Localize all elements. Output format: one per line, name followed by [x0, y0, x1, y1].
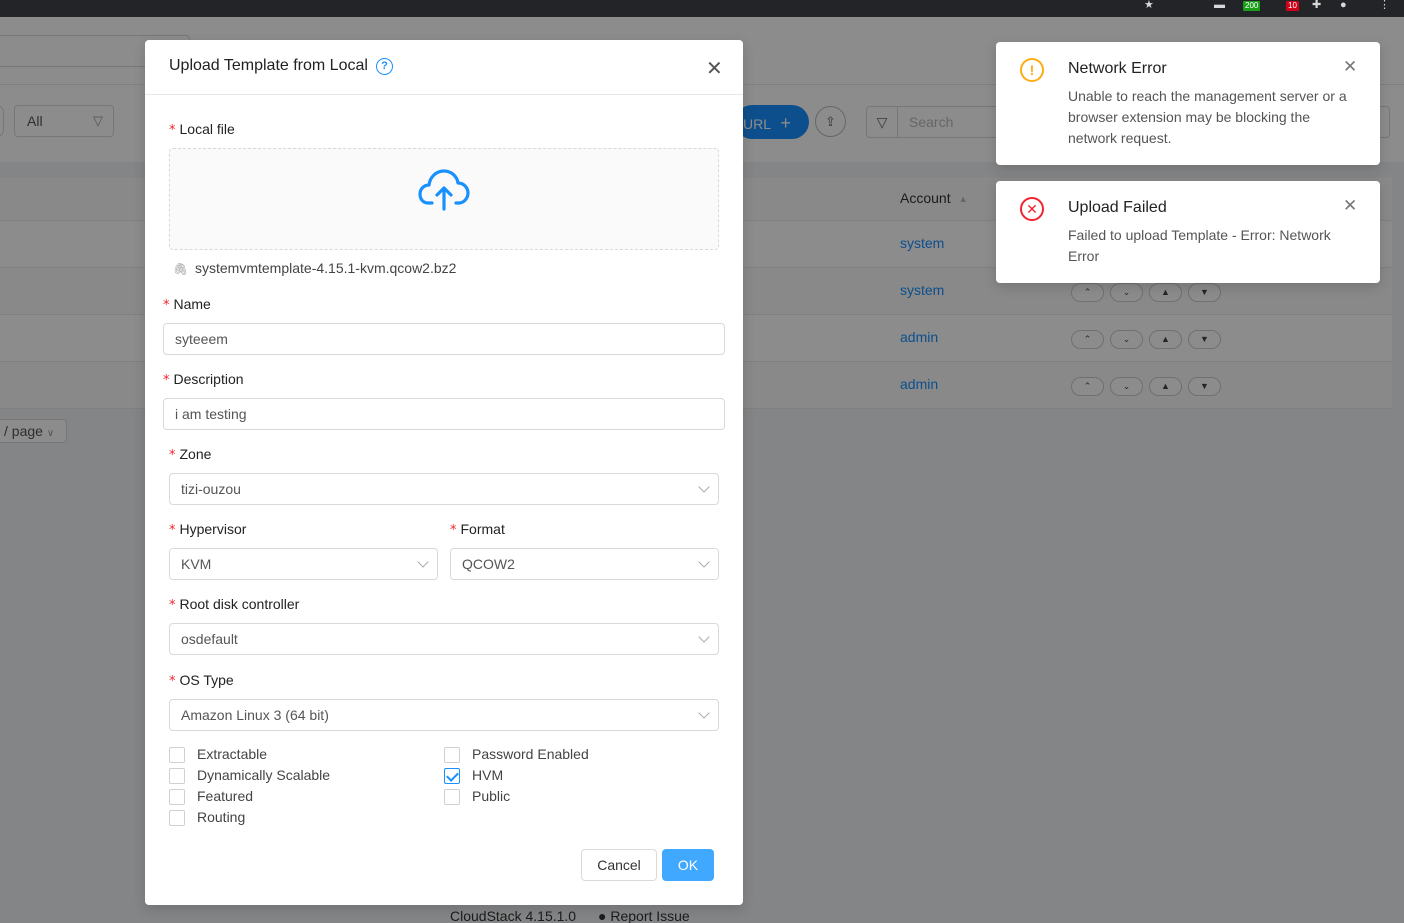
format-select[interactable]: QCOW2	[450, 548, 719, 580]
chevron-down-icon	[698, 631, 710, 643]
help-icon[interactable]: ?	[376, 58, 393, 75]
checkbox-box-checked[interactable]	[444, 768, 460, 784]
ok-button[interactable]: OK	[662, 849, 714, 881]
root-disk-controller-select[interactable]: osdefault	[169, 623, 719, 655]
name-input[interactable]: syteeem	[163, 323, 725, 355]
checkbox-label: Routing	[197, 809, 246, 825]
chevron-down-icon	[698, 707, 710, 719]
chevron-down-icon	[698, 481, 710, 493]
extension-badge-red[interactable]: 10	[1286, 1, 1299, 11]
chevron-down-icon	[698, 556, 710, 568]
label-text: Local file	[179, 121, 235, 137]
cancel-button[interactable]: Cancel	[581, 849, 657, 881]
notification-title: Upload Failed	[1068, 199, 1167, 216]
name-label: * Name	[163, 296, 211, 313]
checkbox-box[interactable]	[444, 789, 460, 805]
hypervisor-label: * Hypervisor	[169, 521, 247, 538]
os-type-select[interactable]: Amazon Linux 3 (64 bit)	[169, 699, 719, 731]
checkbox-label: Password Enabled	[472, 746, 589, 762]
notification-upload-failed: ✕ Upload Failed Failed to upload Templat…	[996, 181, 1380, 283]
file-name: systemvmtemplate-4.15.1-kvm.qcow2.bz2	[195, 260, 457, 276]
label-text: OS Type	[179, 672, 234, 688]
description-input[interactable]: i am testing	[163, 398, 725, 430]
label-text: Name	[173, 296, 211, 312]
upload-template-modal: Upload Template from Local ? ✕ * Local fi…	[145, 40, 743, 905]
warning-icon: !	[1020, 58, 1044, 82]
cloud-upload-icon	[418, 169, 470, 211]
checkbox-box[interactable]	[169, 810, 185, 826]
description-label: * Description	[163, 371, 244, 388]
label-text: Description	[173, 371, 244, 387]
chevron-down-icon	[417, 556, 429, 568]
local-file-label: * Local file	[169, 121, 235, 138]
format-label: * Format	[450, 521, 505, 538]
checkbox-box[interactable]	[169, 768, 185, 784]
name-input-value: syteeem	[175, 331, 228, 347]
checkbox-label: Public	[472, 788, 511, 804]
checkbox-label: Dynamically Scalable	[197, 767, 331, 783]
modal-title: Upload Template from Local	[169, 57, 368, 74]
error-icon: ✕	[1020, 197, 1044, 221]
browser-toolbar: ★ ▬ 200 10 ✚ ● ⋮	[0, 0, 1404, 17]
profile-icon[interactable]: ●	[1340, 0, 1347, 11]
checkbox-label: HVM	[472, 767, 504, 783]
os-type-select-value: Amazon Linux 3 (64 bit)	[181, 707, 329, 723]
label-text: Format	[460, 521, 505, 537]
bookmark-star-icon[interactable]: ★	[1144, 0, 1154, 11]
extension-icon[interactable]: ▬	[1214, 0, 1225, 11]
checkbox-label: Extractable	[197, 746, 268, 762]
notification-title: Network Error	[1068, 60, 1167, 77]
checkbox-label: Featured	[197, 788, 254, 804]
root-disk-controller-label: * Root disk controller	[169, 596, 300, 613]
format-select-value: QCOW2	[462, 556, 515, 572]
close-icon[interactable]: ✕	[1343, 57, 1357, 77]
paperclip-icon: 🖇	[173, 262, 189, 276]
menu-dots-icon[interactable]: ⋮	[1379, 0, 1390, 11]
extension-badge-green[interactable]: 200	[1243, 1, 1261, 11]
checkbox-box[interactable]	[169, 789, 185, 805]
hypervisor-select[interactable]: KVM	[169, 548, 438, 580]
label-text: Root disk controller	[179, 596, 300, 612]
zone-select-value: tizi-ouzou	[181, 481, 241, 497]
hypervisor-select-value: KVM	[181, 556, 212, 572]
notification-description: Unable to reach the management server or…	[1068, 88, 1347, 146]
notification-network-error: ! Network Error Unable to reach the mana…	[996, 42, 1380, 165]
uploaded-file-item: 🖇 systemvmtemplate-4.15.1-kvm.qcow2.bz2	[173, 260, 456, 276]
description-input-value: i am testing	[175, 406, 247, 422]
puzzle-icon[interactable]: ✚	[1312, 0, 1321, 11]
zone-select[interactable]: tizi-ouzou	[169, 473, 719, 505]
notification-description: Failed to upload Template - Error: Netwo…	[1068, 227, 1331, 264]
checkbox-box[interactable]	[444, 747, 460, 763]
label-text: Hypervisor	[179, 521, 247, 537]
modal-header: Upload Template from Local ? ✕	[145, 40, 743, 95]
file-dropzone[interactable]	[169, 148, 719, 250]
root-disk-select-value: osdefault	[181, 631, 238, 647]
close-icon[interactable]: ✕	[1343, 196, 1357, 216]
label-text: Zone	[179, 446, 212, 462]
close-icon[interactable]: ✕	[706, 56, 723, 81]
checkbox-box[interactable]	[169, 747, 185, 763]
zone-label: * Zone	[169, 446, 212, 463]
os-type-label: * OS Type	[169, 672, 234, 689]
